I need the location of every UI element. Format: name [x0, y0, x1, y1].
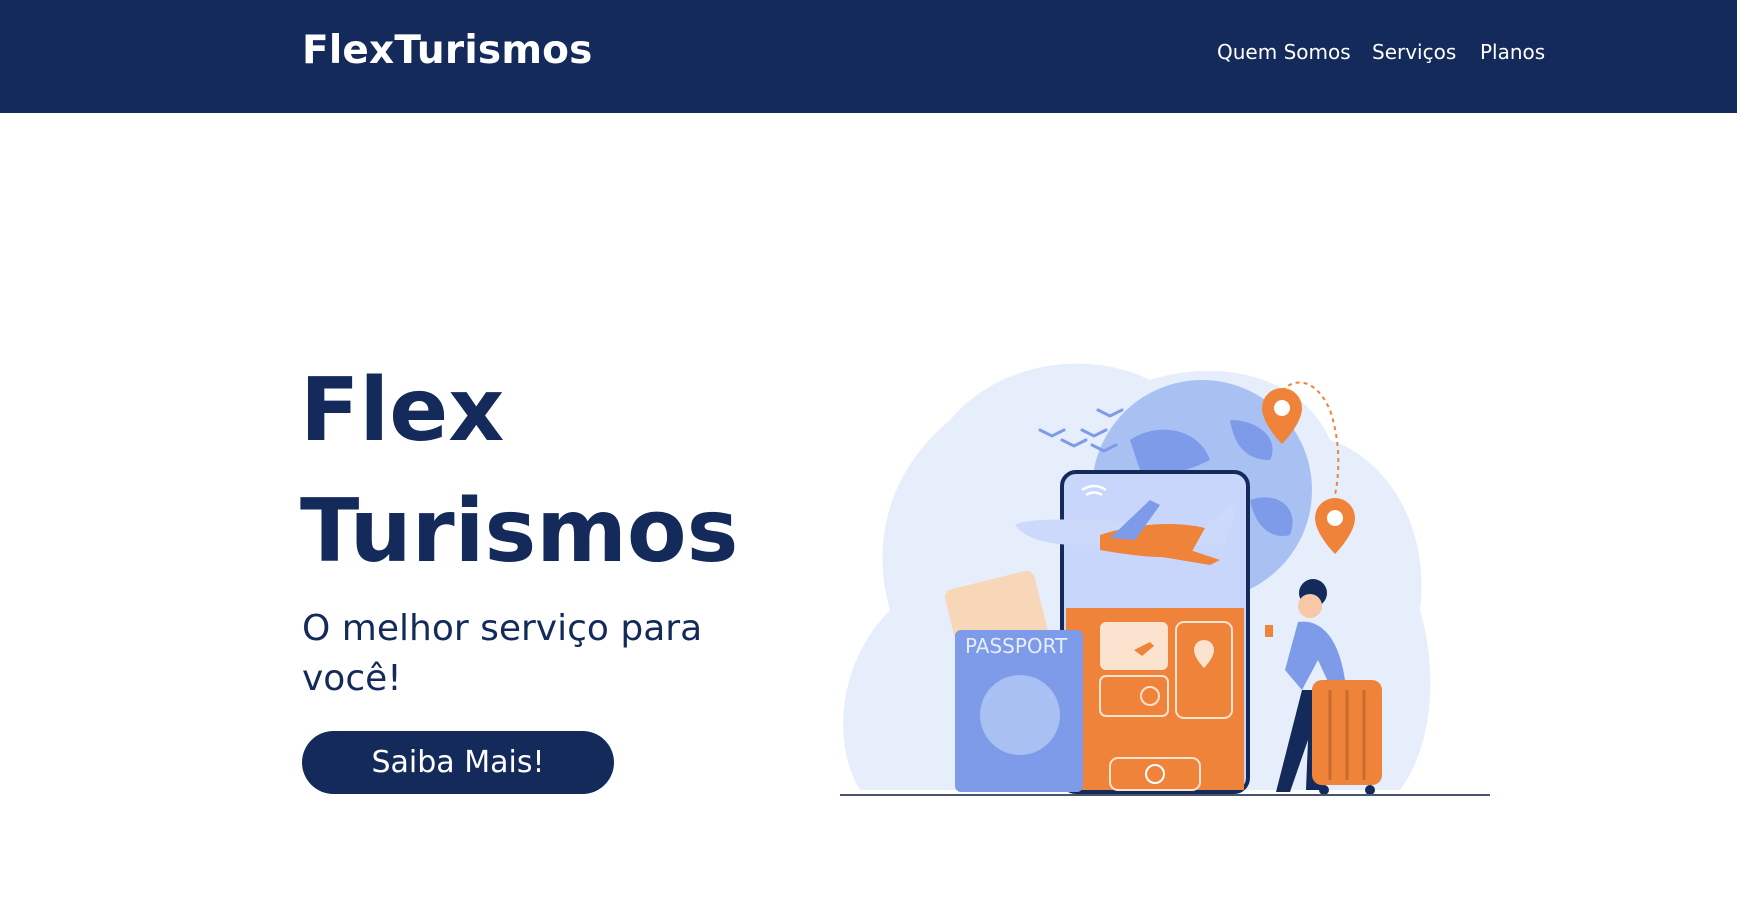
main-nav: Quem Somos Serviços Planos [0, 40, 1737, 70]
suitcase-icon [1312, 680, 1382, 795]
hero-title: Flex Turismos [300, 350, 738, 592]
nav-link-servicos[interactable]: Serviços [1372, 40, 1456, 64]
nav-link-planos[interactable]: Planos [1480, 40, 1545, 64]
confirm-button-graphic [1109, 757, 1201, 791]
passport-globe-icon [980, 675, 1060, 755]
hero-subtitle: O melhor serviço para você! [302, 608, 703, 699]
travel-illustration: PASSPORT [840, 363, 1490, 796]
nav-link-quem-somos[interactable]: Quem Somos [1217, 40, 1351, 64]
hero-title-line-2: Turismos [300, 480, 739, 582]
top-navbar: FlexTurismos Quem Somos Serviços Planos [0, 0, 1737, 113]
flight-card [1100, 622, 1168, 670]
saiba-mais-button[interactable]: Saiba Mais! [302, 731, 614, 794]
hero-title-line-1: Flex [300, 359, 505, 461]
passport-text: PASSPORT [965, 634, 1068, 658]
